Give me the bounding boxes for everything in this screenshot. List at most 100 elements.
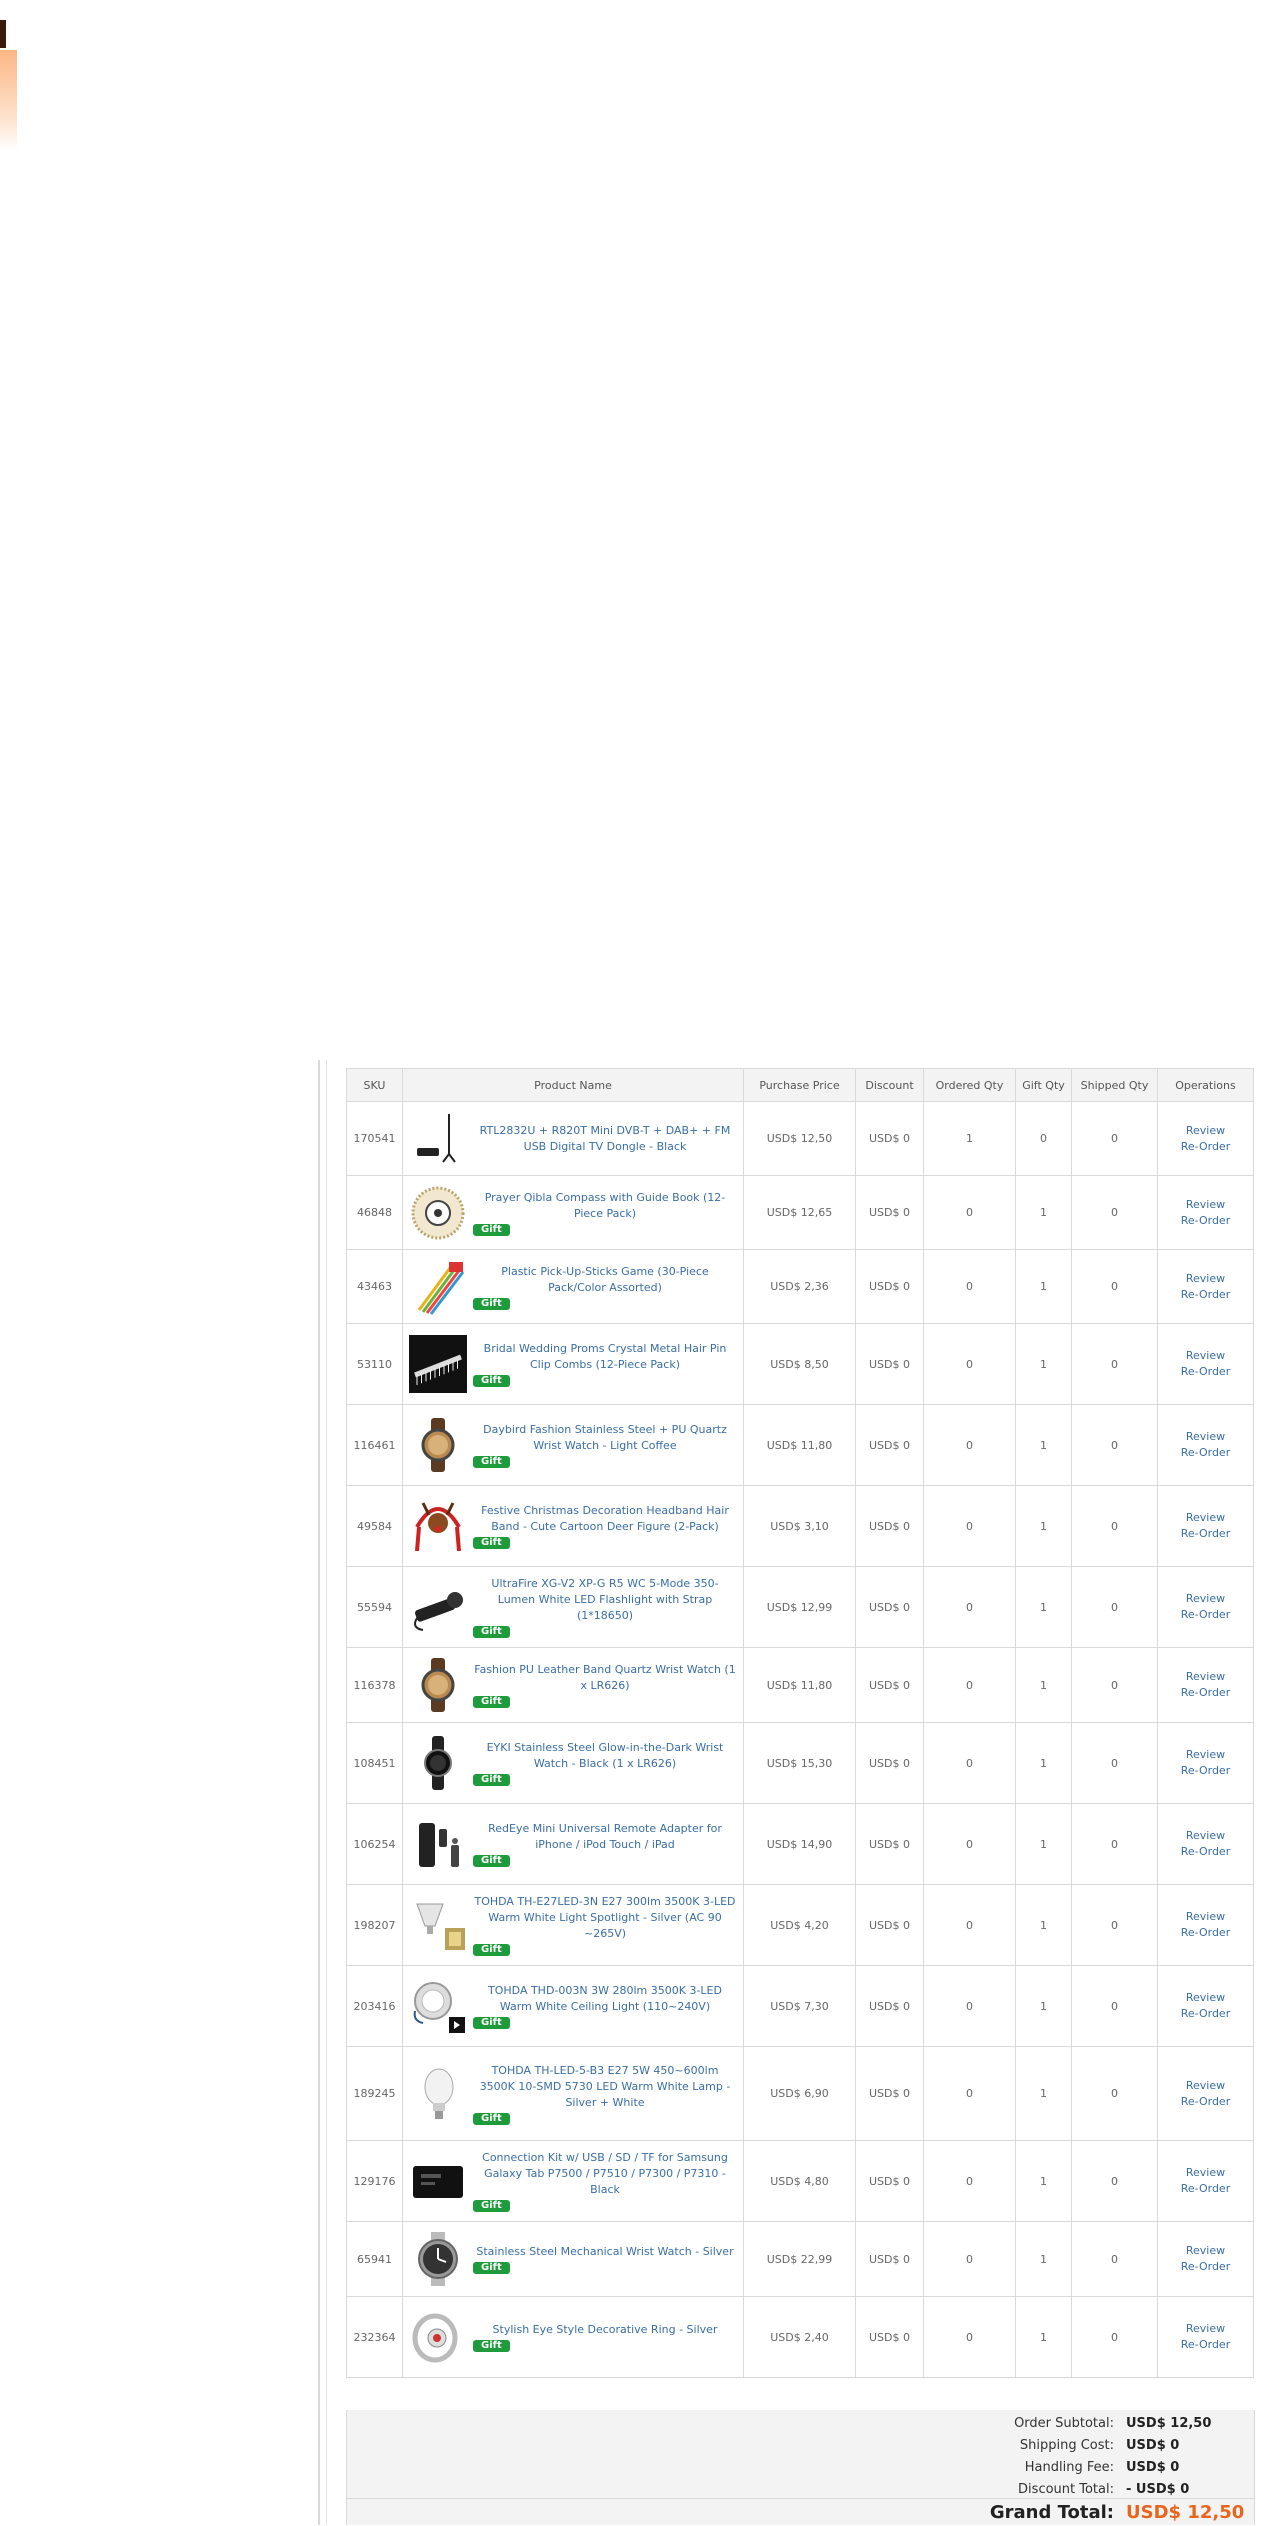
- watch-icon[interactable]: [409, 1416, 467, 1474]
- sku-link[interactable]: 43463: [346, 1249, 403, 1324]
- product-name-link[interactable]: Bridal Wedding Proms Crystal Metal Hair …: [473, 1341, 737, 1373]
- gift-badge: Gift: [473, 1855, 510, 1867]
- discount-value: USD$ 0: [855, 1647, 924, 1723]
- spotlight-bulb-icon[interactable]: [409, 1896, 467, 1954]
- gift-qty: 1: [1015, 2296, 1072, 2378]
- purchase-price: USD$ 11,80: [743, 1404, 856, 1486]
- reorder-link[interactable]: Re-Order: [1158, 1445, 1253, 1461]
- sku-link[interactable]: 65941: [346, 2221, 403, 2297]
- product-name-link[interactable]: TOHDA TH-LED-5-B3 E27 5W 450~600lm 3500K…: [473, 2063, 737, 2111]
- discount-value: - USD$ 0: [1126, 2482, 1190, 2497]
- product-cell: RTL2832U + R820T Mini DVB-T + DAB+ + FM …: [402, 1101, 744, 1176]
- reorder-link[interactable]: Re-Order: [1158, 2094, 1253, 2110]
- grand-total-divider: [347, 2498, 1254, 2499]
- sku-link[interactable]: 108451: [346, 1722, 403, 1804]
- sku-link[interactable]: 49584: [346, 1485, 403, 1567]
- product-name-link[interactable]: Stainless Steel Mechanical Wrist Watch -…: [473, 2244, 737, 2260]
- order-summary: Order Subtotal: USD$ 12,50 Shipping Cost…: [346, 2410, 1255, 2525]
- sku-link[interactable]: 170541: [346, 1101, 403, 1176]
- product-name-link[interactable]: UltraFire XG-V2 XP-G R5 WC 5-Mode 350-Lu…: [473, 1576, 737, 1624]
- sku-link[interactable]: 46848: [346, 1175, 403, 1250]
- ordered-qty: 0: [923, 1175, 1016, 1250]
- sku-link[interactable]: 189245: [346, 2046, 403, 2141]
- discount-value: USD$ 0: [855, 1965, 924, 2047]
- product-name-link[interactable]: Connection Kit w/ USB / SD / TF for Sams…: [473, 2150, 737, 2198]
- review-link[interactable]: Review: [1158, 1669, 1253, 1685]
- hair-clip-icon[interactable]: [409, 1335, 467, 1393]
- discount-value: USD$ 0: [855, 1803, 924, 1885]
- review-link[interactable]: Review: [1158, 1429, 1253, 1445]
- review-link[interactable]: Review: [1158, 2165, 1253, 2181]
- product-name-link[interactable]: Prayer Qibla Compass with Guide Book (12…: [473, 1190, 737, 1222]
- tv-dongle-icon[interactable]: [409, 1110, 467, 1168]
- product-name-link[interactable]: Stylish Eye Style Decorative Ring - Silv…: [473, 2322, 737, 2338]
- reorder-link[interactable]: Re-Order: [1158, 1925, 1253, 1941]
- discount-value: USD$ 0: [855, 1323, 924, 1405]
- review-link[interactable]: Review: [1158, 1909, 1253, 1925]
- reorder-link[interactable]: Re-Order: [1158, 2337, 1253, 2353]
- ring-icon[interactable]: [409, 2308, 467, 2366]
- ceiling-light-icon[interactable]: [409, 1977, 467, 2035]
- product-name-link[interactable]: TOHDA THD-003N 3W 280lm 3500K 3-LED Warm…: [473, 1983, 737, 2015]
- review-link[interactable]: Review: [1158, 1747, 1253, 1763]
- review-link[interactable]: Review: [1158, 1990, 1253, 2006]
- reorder-link[interactable]: Re-Order: [1158, 1287, 1253, 1303]
- reorder-link[interactable]: Re-Order: [1158, 1607, 1253, 1623]
- operations-cell: Review Re-Order: [1157, 1884, 1254, 1966]
- compass-icon[interactable]: [409, 1184, 467, 1242]
- review-link[interactable]: Review: [1158, 1591, 1253, 1607]
- reorder-link[interactable]: Re-Order: [1158, 1139, 1253, 1155]
- review-link[interactable]: Review: [1158, 1348, 1253, 1364]
- reorder-link[interactable]: Re-Order: [1158, 1526, 1253, 1542]
- product-name-link[interactable]: Festive Christmas Decoration Headband Ha…: [473, 1503, 737, 1535]
- product-name-link[interactable]: RTL2832U + R820T Mini DVB-T + DAB+ + FM …: [473, 1123, 737, 1155]
- review-link[interactable]: Review: [1158, 2243, 1253, 2259]
- product-name-link[interactable]: Daybird Fashion Stainless Steel + PU Qua…: [473, 1422, 737, 1454]
- table-row: 203416 TOHDA THD-003N 3W 280lm 3500K 3-LE…: [346, 1965, 1254, 2047]
- sku-link[interactable]: 116378: [346, 1647, 403, 1723]
- reorder-link[interactable]: Re-Order: [1158, 1844, 1253, 1860]
- sku-link[interactable]: 116461: [346, 1404, 403, 1486]
- review-link[interactable]: Review: [1158, 1828, 1253, 1844]
- reorder-link[interactable]: Re-Order: [1158, 2259, 1253, 2275]
- reindeer-headband-icon[interactable]: [409, 1497, 467, 1555]
- gift-badge: Gift: [473, 1375, 510, 1387]
- led-bulb-icon[interactable]: [409, 2065, 467, 2123]
- sku-link[interactable]: 129176: [346, 2140, 403, 2222]
- sku-link[interactable]: 232364: [346, 2296, 403, 2378]
- flashlight-icon[interactable]: [409, 1578, 467, 1636]
- sku-link[interactable]: 53110: [346, 1323, 403, 1405]
- product-name-link[interactable]: Fashion PU Leather Band Quartz Wrist Wat…: [473, 1662, 737, 1694]
- reorder-link[interactable]: Re-Order: [1158, 1213, 1253, 1229]
- review-link[interactable]: Review: [1158, 1510, 1253, 1526]
- watch-icon[interactable]: [409, 1656, 467, 1714]
- reorder-link[interactable]: Re-Order: [1158, 1364, 1253, 1380]
- gift-badge: Gift: [473, 1626, 510, 1638]
- sticks-icon[interactable]: [409, 1258, 467, 1316]
- reorder-link[interactable]: Re-Order: [1158, 2181, 1253, 2197]
- remote-adapter-icon[interactable]: [409, 1815, 467, 1873]
- reorder-link[interactable]: Re-Order: [1158, 1685, 1253, 1701]
- purchase-price: USD$ 2,40: [743, 2296, 856, 2378]
- product-name-link[interactable]: TOHDA TH-E27LED-3N E27 300lm 3500K 3-LED…: [473, 1894, 737, 1942]
- product-name-link[interactable]: Plastic Pick-Up-Sticks Game (30-Piece Pa…: [473, 1264, 737, 1296]
- reorder-link[interactable]: Re-Order: [1158, 1763, 1253, 1779]
- black-watch-icon[interactable]: [409, 1734, 467, 1792]
- review-link[interactable]: Review: [1158, 2078, 1253, 2094]
- product-name-link[interactable]: RedEye Mini Universal Remote Adapter for…: [473, 1821, 737, 1853]
- sku-link[interactable]: 203416: [346, 1965, 403, 2047]
- sku-link[interactable]: 106254: [346, 1803, 403, 1885]
- review-link[interactable]: Review: [1158, 1271, 1253, 1287]
- sku-link[interactable]: 55594: [346, 1566, 403, 1648]
- sku-link[interactable]: 198207: [346, 1884, 403, 1966]
- silver-watch-icon[interactable]: [409, 2230, 467, 2288]
- ordered-qty: 0: [923, 1566, 1016, 1648]
- review-link[interactable]: Review: [1158, 1197, 1253, 1213]
- review-link[interactable]: Review: [1158, 2321, 1253, 2337]
- operations-cell: Review Re-Order: [1157, 1175, 1254, 1250]
- operations-cell: Review Re-Order: [1157, 2296, 1254, 2378]
- product-name-link[interactable]: EYKI Stainless Steel Glow-in-the-Dark Wr…: [473, 1740, 737, 1772]
- card-reader-icon[interactable]: [409, 2152, 467, 2210]
- review-link[interactable]: Review: [1158, 1123, 1253, 1139]
- reorder-link[interactable]: Re-Order: [1158, 2006, 1253, 2022]
